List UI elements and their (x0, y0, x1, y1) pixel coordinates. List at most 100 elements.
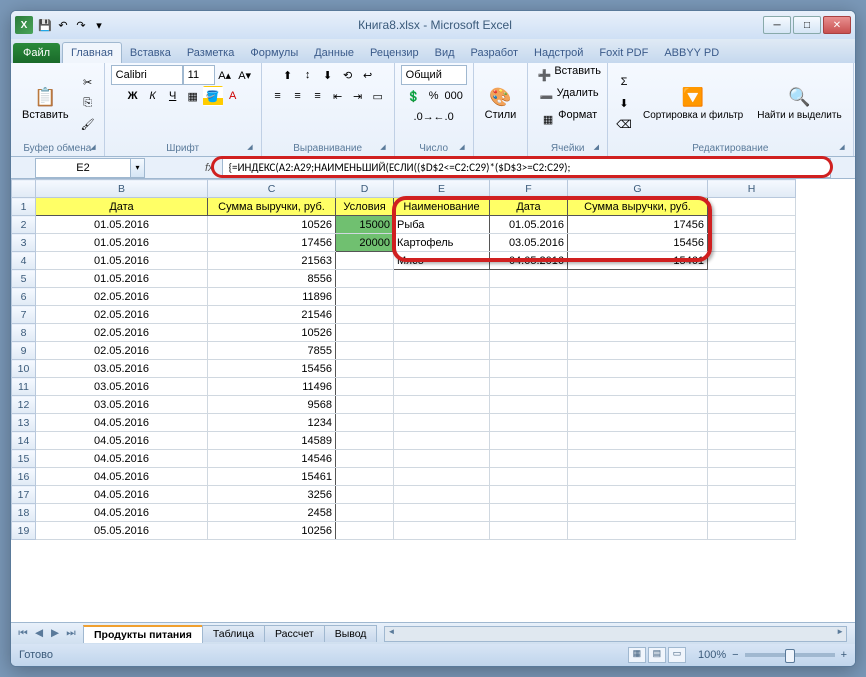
align-top-icon[interactable]: ⬆ (278, 65, 298, 85)
dec-decimal-icon[interactable]: ←.0 (434, 107, 454, 127)
sheet-nav-last[interactable]: ⏭ (63, 627, 79, 640)
cell[interactable] (708, 468, 796, 486)
cell[interactable]: 03.05.2016 (490, 234, 568, 252)
row-header[interactable]: 9 (12, 342, 36, 360)
cell[interactable] (490, 342, 568, 360)
delete-cells-label[interactable]: Удалить (557, 87, 599, 107)
cell[interactable] (708, 270, 796, 288)
indent-dec-icon[interactable]: ⇤ (328, 86, 348, 106)
cell[interactable] (336, 360, 394, 378)
cell[interactable] (394, 486, 490, 504)
fill-icon[interactable]: ⬇ (614, 93, 634, 113)
row-header[interactable]: 17 (12, 486, 36, 504)
cell[interactable]: 14546 (208, 450, 336, 468)
cell[interactable] (490, 270, 568, 288)
zoom-in-icon[interactable]: + (841, 649, 847, 661)
delete-cells-icon[interactable]: ➖ (537, 87, 557, 107)
row-header[interactable]: 15 (12, 450, 36, 468)
col-header-c[interactable]: C (208, 180, 336, 198)
grow-font-icon[interactable]: A▴ (215, 65, 235, 85)
font-name-combo[interactable] (111, 65, 183, 85)
worksheet-grid[interactable]: B C D E F G H 1 Дата Сумма выручки, руб.… (11, 179, 855, 622)
row-header[interactable]: 18 (12, 504, 36, 522)
cell[interactable] (490, 360, 568, 378)
cell[interactable] (568, 306, 708, 324)
cell[interactable] (490, 288, 568, 306)
currency-icon[interactable]: 💲 (404, 86, 424, 106)
cell[interactable] (336, 378, 394, 396)
cell[interactable] (394, 342, 490, 360)
cell[interactable] (708, 432, 796, 450)
redo-icon[interactable]: ↷ (73, 17, 89, 33)
undo-icon[interactable]: ↶ (55, 17, 71, 33)
format-cells-icon[interactable]: ▦ (538, 109, 558, 129)
fill-color-icon[interactable]: 🪣 (203, 86, 223, 106)
cell[interactable] (336, 270, 394, 288)
cell[interactable] (708, 414, 796, 432)
cell[interactable] (394, 414, 490, 432)
cell[interactable] (568, 342, 708, 360)
select-all-corner[interactable] (12, 180, 36, 198)
orientation-icon[interactable]: ⟲ (338, 65, 358, 85)
cell[interactable] (568, 468, 708, 486)
close-button[interactable]: ✕ (823, 16, 851, 34)
underline-icon[interactable]: Ч (163, 86, 183, 106)
cell[interactable] (708, 306, 796, 324)
cell[interactable] (336, 504, 394, 522)
cell[interactable]: 10526 (208, 216, 336, 234)
styles-button[interactable]: 🎨 Стили (480, 82, 522, 124)
tab-view[interactable]: Вид (427, 43, 463, 63)
row-header[interactable]: 2 (12, 216, 36, 234)
cell[interactable]: 11496 (208, 378, 336, 396)
tab-data[interactable]: Данные (306, 43, 362, 63)
cell[interactable] (394, 432, 490, 450)
cell[interactable]: Сумма выручки, руб. (208, 198, 336, 216)
cell[interactable]: 17456 (208, 234, 336, 252)
cell[interactable] (490, 378, 568, 396)
cell[interactable] (394, 468, 490, 486)
cell[interactable]: 14589 (208, 432, 336, 450)
horizontal-scrollbar[interactable] (384, 626, 847, 642)
cell[interactable] (568, 486, 708, 504)
col-header-g[interactable]: G (568, 180, 708, 198)
cell[interactable]: 15456 (208, 360, 336, 378)
sheet-tab[interactable]: Вывод (324, 625, 378, 642)
cell[interactable] (708, 324, 796, 342)
col-header-f[interactable]: F (490, 180, 568, 198)
cell[interactable]: 01.05.2016 (490, 216, 568, 234)
font-color-icon[interactable]: A (223, 86, 243, 106)
italic-icon[interactable]: К (143, 86, 163, 106)
cell[interactable] (336, 342, 394, 360)
tab-formulas[interactable]: Формулы (242, 43, 306, 63)
col-header-d[interactable]: D (336, 180, 394, 198)
cell[interactable] (336, 288, 394, 306)
col-header-e[interactable]: E (394, 180, 490, 198)
cell[interactable] (708, 234, 796, 252)
cell[interactable]: 01.05.2016 (36, 216, 208, 234)
cell[interactable] (394, 324, 490, 342)
cell[interactable] (336, 432, 394, 450)
cell[interactable] (394, 306, 490, 324)
cell[interactable] (568, 414, 708, 432)
view-normal-icon[interactable]: ▦ (628, 647, 646, 663)
zoom-slider[interactable] (745, 653, 835, 657)
cell[interactable] (394, 360, 490, 378)
cell[interactable]: 21563 (208, 252, 336, 270)
cell[interactable]: 01.05.2016 (36, 252, 208, 270)
cell[interactable] (568, 360, 708, 378)
cell[interactable]: 8556 (208, 270, 336, 288)
clear-icon[interactable]: ⌫ (614, 114, 634, 134)
cell[interactable] (394, 504, 490, 522)
maximize-button[interactable]: □ (793, 16, 821, 34)
cell[interactable]: 03.05.2016 (36, 360, 208, 378)
wrap-text-icon[interactable]: ↩ (358, 65, 378, 85)
cell[interactable]: 04.05.2016 (36, 486, 208, 504)
cell[interactable] (708, 252, 796, 270)
cell[interactable] (336, 468, 394, 486)
align-left-icon[interactable]: ≡ (268, 86, 288, 106)
row-header[interactable]: 7 (12, 306, 36, 324)
row-header[interactable]: 13 (12, 414, 36, 432)
cell[interactable]: 03.05.2016 (36, 378, 208, 396)
zoom-level[interactable]: 100% (698, 649, 726, 661)
cell[interactable]: Наименование (394, 198, 490, 216)
